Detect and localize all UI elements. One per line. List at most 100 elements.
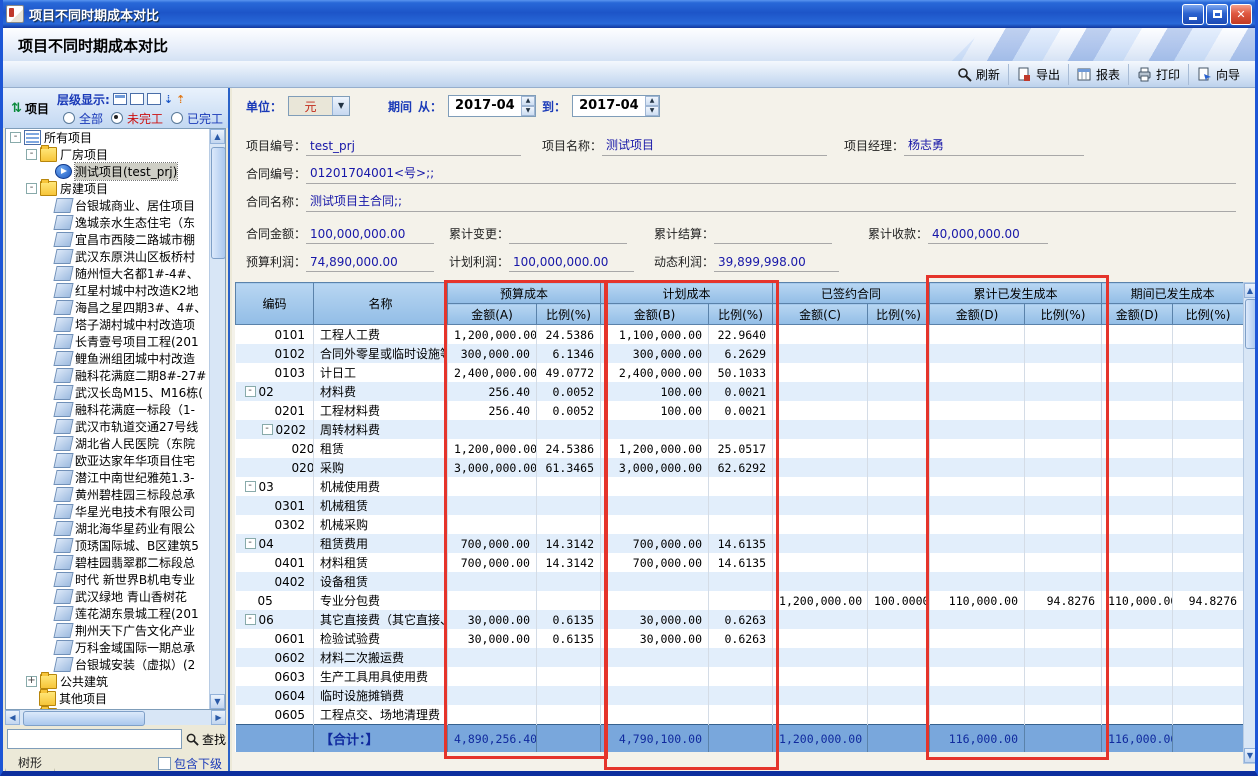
toolbar-button-向导[interactable]: 向导 [1188, 64, 1248, 85]
tree-item[interactable]: 武汉市轨道交通27号线 [6, 418, 225, 435]
display-card-icon[interactable] [113, 93, 127, 105]
tree-item[interactable]: 厂房项目 [6, 146, 225, 163]
collapse-icon[interactable] [26, 183, 37, 194]
tree-item[interactable]: 台银城安装（虚拟）(2 [6, 656, 225, 673]
table-row[interactable]: 0201工程材料费256.400.0052100.000.0021 [236, 401, 1244, 420]
table-row[interactable]: 020租赁1,200,000.0024.53861,200,000.0025.0… [236, 439, 1244, 458]
table-row[interactable]: 020采购3,000,000.0061.34653,000,000.0062.6… [236, 458, 1244, 477]
collapse-icon[interactable] [10, 132, 21, 143]
tree-item[interactable]: 莲花湖东景城工程(201 [6, 605, 225, 622]
table-row[interactable]: 0202周转材料费 [236, 420, 1244, 439]
tree-item[interactable]: 鲤鱼洲组团城中村改造 [6, 350, 225, 367]
maximize-button[interactable] [1206, 4, 1228, 25]
tree-item[interactable]: 欧亚达家年华项目住宅 [6, 452, 225, 469]
include-sub-checkbox[interactable] [158, 757, 171, 770]
tree-item[interactable]: 逸城亲水生态住宅（东 [6, 214, 225, 231]
tree-item[interactable]: 融科花满庭一标段（1- [6, 401, 225, 418]
display-flat-icon[interactable] [130, 93, 144, 105]
tree-item[interactable]: 房建项目 [6, 180, 225, 197]
chevron-down-icon[interactable]: ▼ [332, 97, 349, 115]
tree-horizontal-scrollbar[interactable]: ◀ ▶ [5, 710, 226, 725]
scroll-thumb[interactable] [211, 147, 226, 259]
tree-item[interactable]: 顶琇国际城、B区建筑5 [6, 537, 225, 554]
table-row[interactable]: 0102合同外零星或临时设施等300,000.006.1346300,000.0… [236, 344, 1244, 363]
table-row[interactable]: 0302机械采购 [236, 515, 1244, 534]
collapse-icon[interactable] [26, 149, 37, 160]
tree-item[interactable]: 长青壹号项目工程(201 [6, 333, 225, 350]
table-row[interactable]: 02材料费256.400.0052100.000.0021 [236, 382, 1244, 401]
tree-item[interactable]: 测试项目(test_prj) [6, 163, 225, 180]
tree-item[interactable]: 台银城商业、居住项目 [6, 197, 225, 214]
table-row[interactable]: 04租赁费用700,000.0014.3142700,000.0014.6135 [236, 534, 1244, 553]
tree-item[interactable]: 潜江中南世纪雅苑1.3- [6, 469, 225, 486]
table-row[interactable]: 0604临时设施摊销费 [236, 686, 1244, 705]
find-button[interactable]: 查找 [186, 731, 226, 748]
close-button[interactable]: ✕ [1230, 4, 1252, 25]
scroll-down-button[interactable]: ▼ [210, 694, 225, 709]
tree-item[interactable]: 其他项目 [6, 690, 225, 707]
tree-item[interactable]: 武汉东原洪山区板桥村 [6, 248, 225, 265]
search-input[interactable] [7, 729, 182, 749]
table-row[interactable]: 0301机械租赁 [236, 496, 1244, 515]
tree-item[interactable]: 华星光电技术有限公司 [6, 503, 225, 520]
tree-item[interactable]: 随州恒大名都1#-4#、 [6, 265, 225, 282]
tree-item[interactable]: 湖北海华星药业有限公 [6, 520, 225, 537]
table-row[interactable]: 0602材料二次搬运费 [236, 648, 1244, 667]
scroll-up-button[interactable]: ▲ [210, 129, 225, 144]
table-row[interactable]: 0401材料租赁700,000.0014.3142700,000.0014.61… [236, 553, 1244, 572]
tab-tree-view[interactable]: 树形 [5, 753, 55, 773]
tree-item[interactable]: 塔子湖村城中村改造项 [6, 316, 225, 333]
spin-down-icon[interactable]: ▼ [521, 106, 535, 116]
tree-item[interactable]: 融科花满庭二期8#-27# [6, 367, 225, 384]
tree-item[interactable]: 湖北省人民医院（东院 [6, 435, 225, 452]
filter-radio-全部[interactable] [63, 112, 75, 124]
refresh-tree-icon[interactable]: ⇅ [11, 101, 22, 116]
table-row[interactable]: 0402设备租赁 [236, 572, 1244, 591]
sort-desc-icon[interactable]: ⇣ [164, 94, 173, 105]
table-row[interactable]: 0603生产工具用具使用费 [236, 667, 1244, 686]
tree-item[interactable]: 红星村城中村改造K2地 [6, 282, 225, 299]
scroll-up-button[interactable]: ▲ [1244, 283, 1256, 298]
table-row[interactable]: 0101工程人工费1,200,000.0024.53861,100,000.00… [236, 325, 1244, 345]
tree-item[interactable]: 碧桂园翡翠郡二标段总 [6, 554, 225, 571]
table-row[interactable]: 0103计日工2,400,000.0049.07722,400,000.0050… [236, 363, 1244, 382]
collapse-icon[interactable] [262, 424, 273, 435]
tree-item[interactable]: 公共建筑 [6, 673, 225, 690]
expand-icon[interactable] [26, 676, 37, 687]
tree-item[interactable]: 所有项目 [6, 129, 225, 146]
filter-radio-未完工[interactable] [111, 112, 123, 124]
table-row[interactable]: 0601检验试验费30,000.000.613530,000.000.6263 [236, 629, 1244, 648]
tree-item[interactable]: 武汉长岛M15、M16栋( [6, 384, 225, 401]
toolbar-button-报表[interactable]: 报表 [1068, 64, 1128, 85]
scroll-down-button[interactable]: ▼ [1244, 748, 1256, 763]
tree-vertical-scrollbar[interactable]: ▲ ▼ [209, 129, 225, 709]
table-row[interactable]: 03机械使用费 [236, 477, 1244, 496]
scroll-thumb[interactable] [23, 711, 145, 726]
toolbar-button-导出[interactable]: 导出 [1008, 64, 1068, 85]
tree-item[interactable]: 黄州碧桂园三标段总承 [6, 486, 225, 503]
tree-item[interactable]: 时代 新世界B机电专业 [6, 571, 225, 588]
table-row[interactable]: 05专业分包费1,200,000.00100.0000110,000.0094.… [236, 591, 1244, 610]
filter-radio-已完工[interactable] [171, 112, 183, 124]
period-from-input[interactable]: 2017-04 ▲▼ [448, 95, 536, 117]
table-vertical-scrollbar[interactable]: ▲ ▼ [1243, 282, 1257, 764]
spin-up-icon[interactable]: ▲ [645, 96, 659, 106]
scroll-left-button[interactable]: ◀ [5, 710, 20, 725]
spin-up-icon[interactable]: ▲ [521, 96, 535, 106]
collapse-icon[interactable] [245, 614, 256, 625]
display-grid-icon[interactable] [147, 93, 161, 105]
toolbar-button-刷新[interactable]: 刷新 [949, 64, 1008, 85]
tree-item[interactable]: 宜昌市西陵二路城市棚 [6, 231, 225, 248]
tree-item[interactable]: 万科金域国际一期总承 [6, 639, 225, 656]
collapse-icon[interactable] [245, 538, 256, 549]
minimize-button[interactable] [1182, 4, 1204, 25]
collapse-icon[interactable] [245, 386, 256, 397]
unit-select[interactable]: 元 ▼ [288, 96, 350, 116]
tree-item[interactable]: 荆州天下广告文化产业 [6, 622, 225, 639]
scroll-right-button[interactable]: ▶ [211, 710, 226, 725]
tree-item[interactable]: 武汉绿地 青山香树花 [6, 588, 225, 605]
tree-item[interactable]: 海昌之星四期3#、4#、 [6, 299, 225, 316]
toolbar-button-打印[interactable]: 打印 [1128, 64, 1188, 85]
table-row[interactable]: 06其它直接费（其它直接、30,000.000.613530,000.000.6… [236, 610, 1244, 629]
collapse-icon[interactable] [245, 481, 256, 492]
